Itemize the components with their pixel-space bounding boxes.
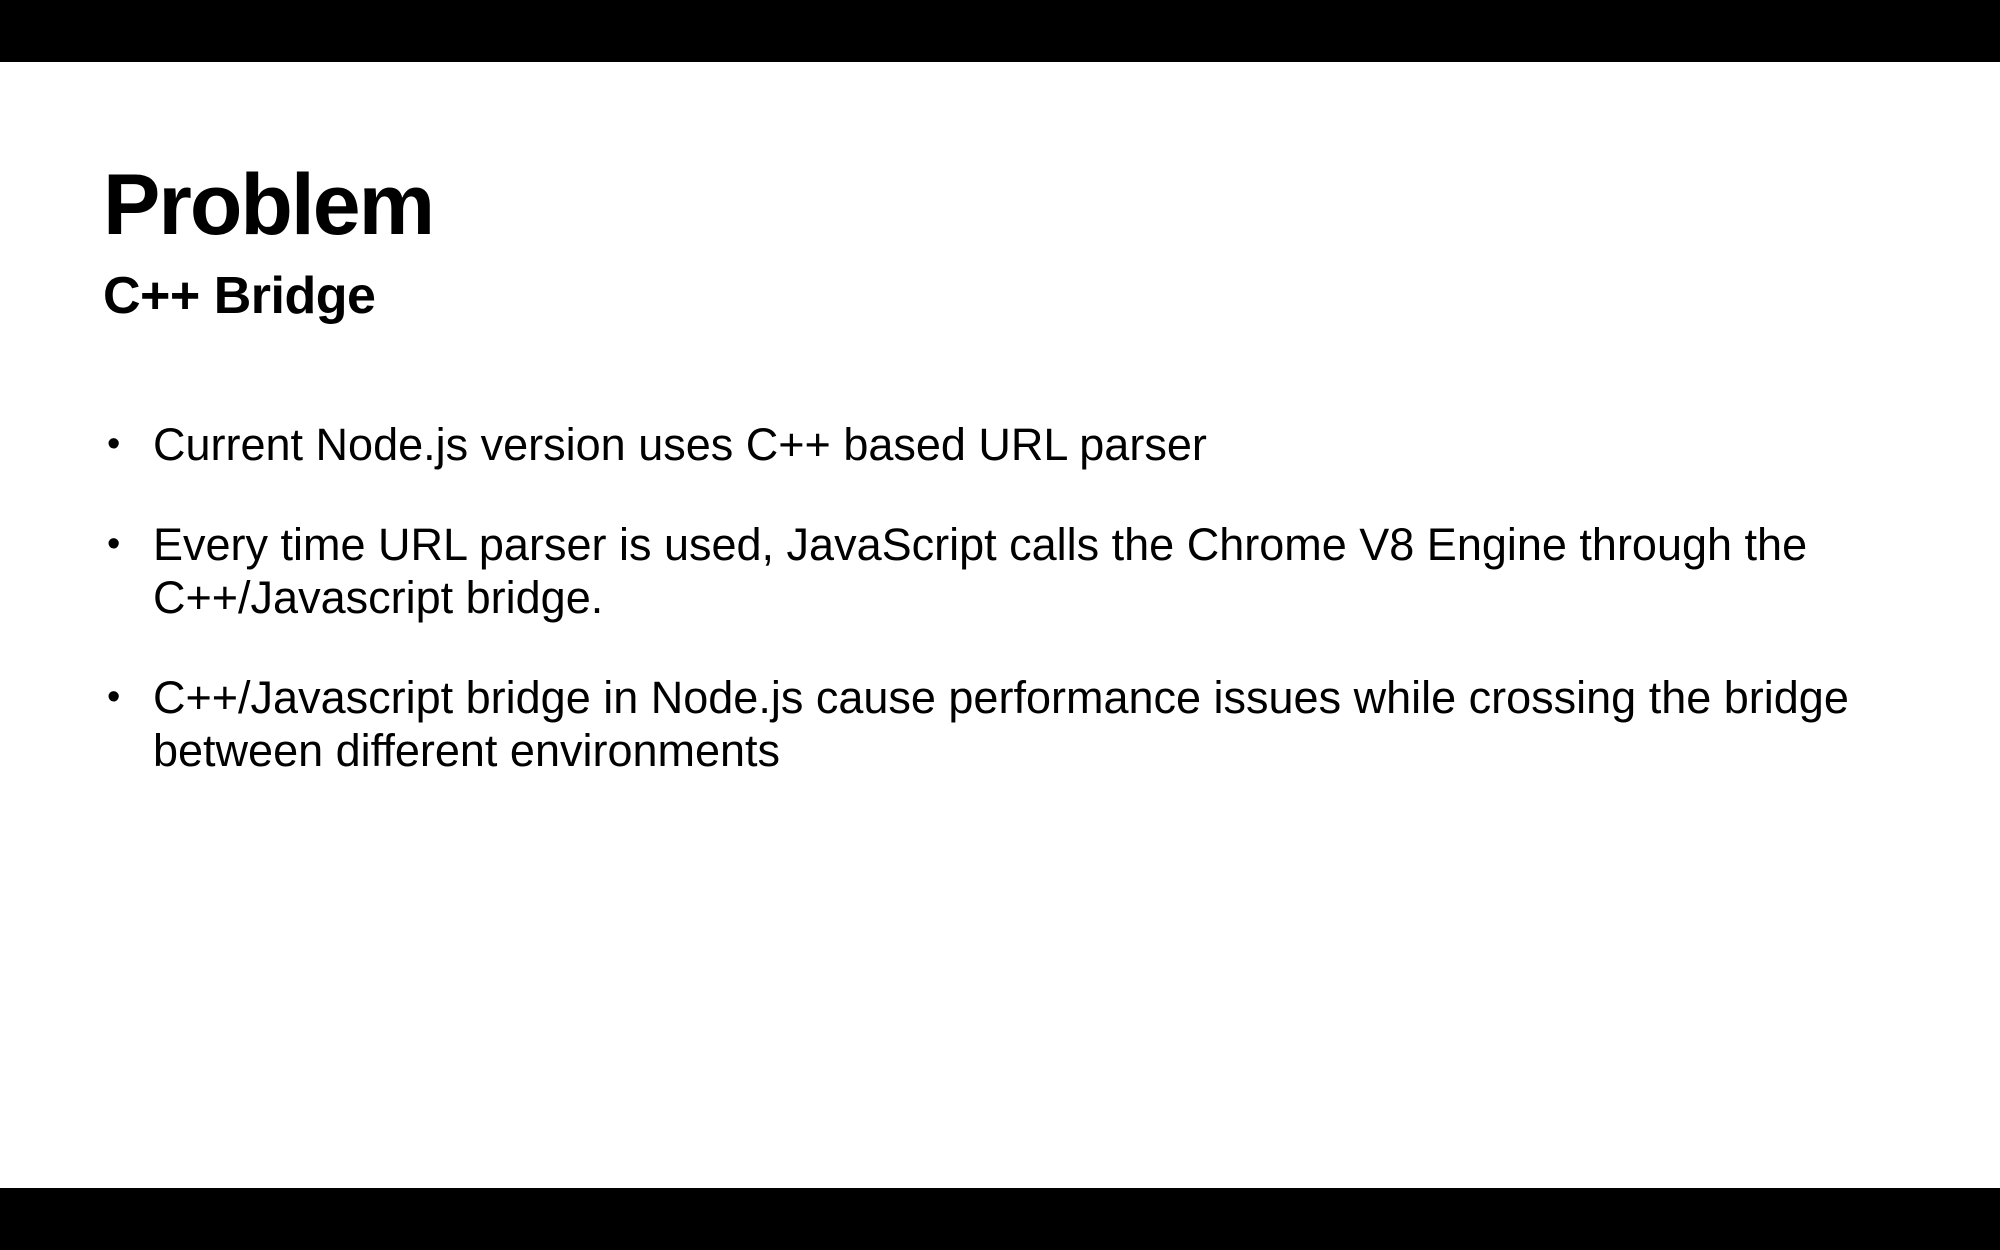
bullet-text: C++/Javascript bridge in Node.js cause p… [153, 672, 1849, 776]
bullet-item: • Every time URL parser is used, JavaScr… [103, 518, 1903, 624]
bullet-item: • Current Node.js version uses C++ based… [103, 418, 1903, 471]
bullet-text: Current Node.js version uses C++ based U… [153, 419, 1207, 470]
slide-subtitle: C++ Bridge [103, 267, 376, 325]
bullet-item: • C++/Javascript bridge in Node.js cause… [103, 671, 1903, 777]
bullet-icon: • [107, 423, 121, 465]
slide: Problem C++ Bridge • Current Node.js ver… [0, 62, 2000, 1188]
bullet-icon: • [107, 676, 121, 718]
slide-title: Problem [103, 157, 435, 253]
letterbox-top [0, 0, 2000, 62]
bullet-list: • Current Node.js version uses C++ based… [103, 418, 1903, 824]
letterbox-bottom [0, 1188, 2000, 1250]
bullet-icon: • [107, 523, 121, 565]
bullet-text: Every time URL parser is used, JavaScrip… [153, 519, 1808, 623]
